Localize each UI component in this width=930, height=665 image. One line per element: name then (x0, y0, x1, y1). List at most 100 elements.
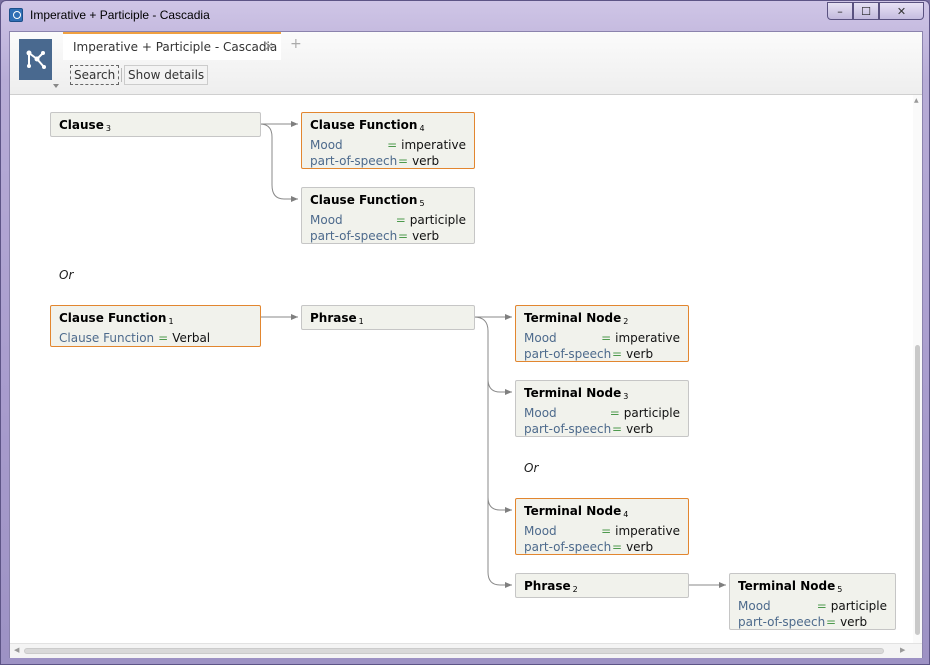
attribute-value: verb (626, 422, 654, 436)
show-details-button[interactable]: Show details (124, 65, 209, 85)
node-title: Terminal Node (524, 504, 622, 518)
window-title: Imperative + Participle - Cascadia (30, 8, 210, 22)
attribute-row: part-of-speech = verb (738, 614, 887, 630)
app-menu-button[interactable] (19, 39, 52, 80)
app-header: Imperative + Participle - Cascadia × + S… (10, 32, 922, 95)
attribute-key: Mood (310, 213, 343, 227)
attribute-row: Mood = imperative (524, 523, 680, 539)
scroll-left-icon[interactable]: ◀ (14, 646, 19, 654)
edge-phrase1-tn4 (487, 379, 512, 513)
node-clause-function-1[interactable]: Clause Function 1 Clause Function = Verbal (50, 305, 261, 347)
attribute-value: verb (412, 154, 440, 168)
attribute-operator: = (612, 347, 623, 361)
attribute-value: verb (412, 229, 440, 243)
attribute-operator: = (816, 599, 827, 613)
or-label: Or (524, 461, 539, 475)
minimize-button[interactable]: – (827, 2, 853, 20)
node-title: Terminal Node (738, 579, 836, 593)
minimize-icon: – (837, 4, 843, 18)
attribute-key: part-of-speech (738, 615, 826, 629)
attribute-row: Mood = participle (738, 598, 887, 614)
attribute-key: Mood (738, 599, 771, 613)
attribute-row: part-of-speech = verb (310, 153, 466, 169)
node-clause-3[interactable]: Clause 3 (50, 112, 261, 137)
attribute-row: Mood = imperative (310, 137, 466, 153)
attribute-key: part-of-speech (310, 154, 398, 168)
tab-query[interactable]: Imperative + Participle - Cascadia × (63, 32, 281, 60)
attribute-key: part-of-speech (524, 347, 612, 361)
node-terminal-node-2[interactable]: Terminal Node 2 Mood = imperative part-of-s… (515, 305, 689, 362)
attribute-key: part-of-speech (524, 422, 612, 436)
attribute-value: participle (409, 213, 466, 227)
node-title: Clause Function (310, 193, 418, 207)
menu-dropdown-icon[interactable] (53, 84, 59, 88)
node-clause-function-5[interactable]: Clause Function 5 Mood = participle part-of… (301, 187, 475, 244)
attribute-key: part-of-speech (310, 229, 398, 243)
node-phrase-1[interactable]: Phrase 1 (301, 305, 475, 330)
node-title: Phrase (310, 311, 357, 325)
app-window: Imperative + Participle - Cascadia – ☐ ✕ (0, 0, 930, 665)
node-index: 4 (623, 510, 629, 519)
attribute-value: Verbal (172, 331, 211, 345)
node-index: 1 (168, 317, 174, 326)
node-title: Terminal Node (524, 311, 622, 325)
node-index: 5 (419, 199, 425, 208)
attribute-operator: = (601, 331, 612, 345)
horizontal-scroll-thumb[interactable] (24, 648, 884, 654)
attribute-operator: = (612, 422, 623, 436)
attribute-row: part-of-speech = verb (524, 539, 680, 555)
scroll-up-icon[interactable]: ▲ (914, 97, 919, 104)
attribute-key: Mood (310, 138, 343, 152)
attribute-key: Clause Function (59, 331, 155, 345)
attribute-operator: = (398, 154, 409, 168)
attribute-operator: = (395, 213, 406, 227)
or-label: Or (59, 268, 74, 282)
maximize-icon: ☐ (861, 4, 871, 18)
edge-clause3-cf5 (259, 123, 298, 202)
client-area: Imperative + Participle - Cascadia × + S… (9, 31, 923, 658)
attribute-row: Clause Function = Verbal (59, 330, 252, 346)
node-terminal-node-4[interactable]: Terminal Node 4 Mood = imperative part-of-s… (515, 498, 689, 555)
close-icon: ✕ (896, 4, 907, 18)
node-phrase-2[interactable]: Phrase 2 (515, 573, 689, 598)
node-title: Terminal Node (524, 386, 622, 400)
attribute-value: imperative (401, 138, 466, 152)
attribute-row: part-of-speech = verb (524, 421, 680, 437)
node-index: 4 (419, 124, 425, 133)
node-title: Phrase (524, 579, 571, 593)
node-terminal-node-3[interactable]: Terminal Node 3 Mood = participle part-of-s… (515, 380, 689, 437)
scroll-right-icon[interactable]: ▶ (900, 646, 905, 654)
window-controls: – ☐ ✕ (827, 2, 924, 22)
vertical-scrollbar[interactable]: ▲ (913, 95, 922, 643)
attribute-operator: = (826, 615, 837, 629)
attribute-row: Mood = participle (524, 405, 680, 421)
new-tab-button[interactable]: + (290, 36, 302, 52)
node-terminal-node-5[interactable]: Terminal Node 5 Mood = participle part-of-s… (729, 573, 896, 630)
maximize-button[interactable]: ☐ (853, 2, 879, 20)
node-index: 5 (837, 585, 843, 594)
tree-graph-icon (26, 50, 46, 69)
vertical-scroll-thumb[interactable] (915, 345, 920, 635)
close-button[interactable]: ✕ (879, 2, 924, 20)
attribute-value: participle (623, 406, 680, 420)
attribute-row: Mood = participle (310, 212, 466, 228)
title-bar[interactable]: Imperative + Participle - Cascadia – ☐ ✕ (1, 1, 930, 31)
node-title: Clause Function (59, 311, 167, 325)
edge-phrase1-tn3 (473, 316, 512, 395)
toolbar-separator (121, 68, 122, 82)
attribute-row: Mood = imperative (524, 330, 680, 346)
node-clause-function-4[interactable]: Clause Function 4 Mood = imperative part-of… (301, 112, 475, 169)
query-canvas[interactable]: Clause 3 Clause Function 4 Mood = imperative… (10, 95, 922, 643)
attribute-operator: = (601, 524, 612, 538)
attribute-operator: = (609, 406, 620, 420)
node-index: 3 (623, 392, 629, 401)
attribute-value: imperative (615, 331, 680, 345)
attribute-value: imperative (615, 524, 680, 538)
edges-layer (259, 121, 726, 588)
tab-close-icon[interactable]: × (264, 39, 274, 53)
node-title: Clause Function (310, 118, 418, 132)
search-button[interactable]: Search (70, 65, 120, 85)
horizontal-scrollbar[interactable]: ◀ ▶ (10, 643, 922, 658)
attribute-value: verb (626, 540, 654, 554)
attribute-key: Mood (524, 524, 557, 538)
